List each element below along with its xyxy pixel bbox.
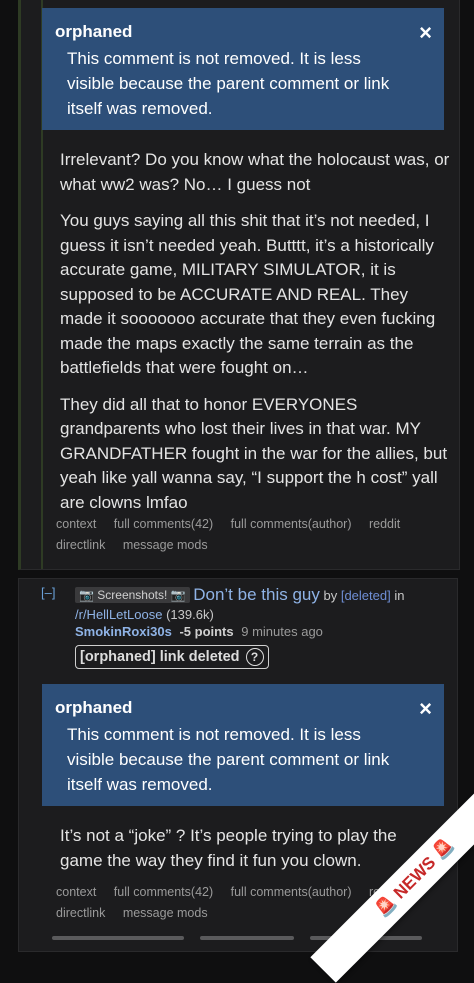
subreddit-link[interactable]: /r/HellLetLoose (75, 607, 162, 622)
collapse-toggle[interactable]: [–] (41, 585, 55, 600)
link-directlink[interactable]: directlink (56, 538, 105, 552)
link-context[interactable]: context (56, 517, 96, 531)
comment-1-body: Irrelevant? Do you know what the holocau… (60, 148, 455, 527)
nav-handle-left[interactable] (52, 936, 184, 940)
link-full-comments-author[interactable]: full comments(author) (231, 885, 352, 899)
link-directlink[interactable]: directlink (56, 906, 105, 920)
comment-2-body: It’s not a “joke” ? It’s people trying t… (60, 824, 410, 885)
link-full-comments-author[interactable]: full comments(author) (231, 517, 352, 531)
points: -5 points (179, 624, 234, 639)
comment-meta: SmokinRoxi30s -5 points 9 minutes ago (75, 624, 323, 639)
link-full-comments[interactable]: full comments(42) (114, 885, 213, 899)
subscriber-count: (139.6k) (166, 607, 214, 622)
notice-text: This comment is not removed. It is less … (67, 725, 390, 794)
close-icon[interactable]: × (419, 698, 432, 720)
comment-paragraph: It’s not a “joke” ? It’s people trying t… (60, 826, 397, 870)
notice-title: orphaned (55, 22, 133, 41)
deleted-author: [deleted] (340, 588, 391, 603)
comment-paragraph: Irrelevant? Do you know what the holocau… (60, 150, 450, 194)
close-icon[interactable]: × (419, 22, 432, 44)
post-header: 📷 Screenshots! 📷 Don’t be this guy by [d… (75, 585, 465, 624)
link-full-comments[interactable]: full comments(42) (114, 517, 213, 531)
link-message-mods[interactable]: message mods (123, 906, 208, 920)
author-link[interactable]: SmokinRoxi30s (75, 624, 172, 639)
orphaned-link-badge: [orphaned] link deleted ? (75, 645, 269, 669)
notice-title: orphaned (55, 698, 133, 717)
help-icon[interactable]: ? (245, 648, 264, 666)
orphaned-notice-2: orphaned This comment is not removed. It… (42, 684, 444, 806)
by-label: by (323, 588, 338, 603)
link-context[interactable]: context (56, 885, 96, 899)
comment-paragraph: They did all that to honor EVERYONES gra… (60, 394, 448, 512)
link-message-mods[interactable]: message mods (123, 538, 208, 552)
comment-paragraph: You guys saying all this shit that it’s … (60, 211, 436, 377)
orphaned-notice-1: orphaned This comment is not removed. It… (42, 8, 444, 130)
flair-badge: 📷 Screenshots! 📷 (75, 587, 190, 603)
link-reddit[interactable]: reddit (369, 517, 400, 531)
comment-1-links: context full comments(42) full comments(… (56, 514, 436, 556)
orphaned-link-label: [orphaned] link deleted (80, 649, 240, 665)
notice-text: This comment is not removed. It is less … (67, 49, 390, 118)
timestamp: 9 minutes ago (241, 624, 323, 639)
in-label: in (394, 588, 405, 603)
post-title-link[interactable]: Don’t be this guy (193, 585, 320, 604)
nav-handle-center[interactable] (200, 936, 294, 940)
